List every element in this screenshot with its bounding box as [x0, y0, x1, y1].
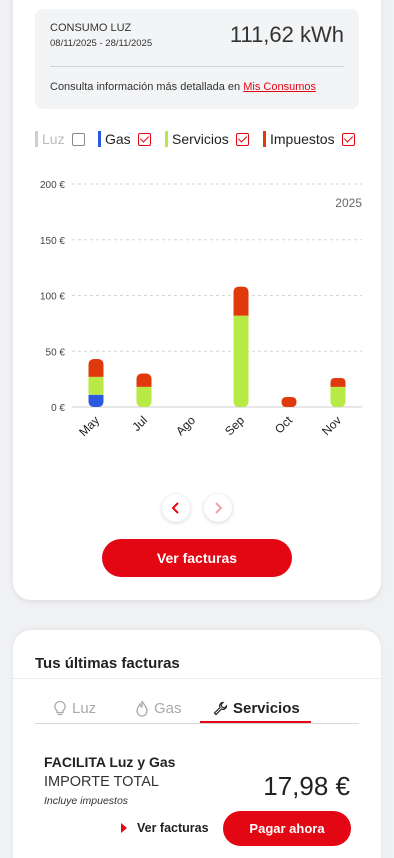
invoice-chart: 200 € 150 € 100 € 50 € 0 € 2025 May Jul Ago Sep Oc…	[40, 180, 362, 439]
bar-segment	[88, 359, 104, 377]
active-tab-indicator	[200, 721, 311, 723]
legend-item-luz[interactable]: Luz	[35, 130, 85, 148]
bar-segment	[330, 378, 346, 387]
lightbulb-icon	[54, 700, 66, 715]
mis-consumos-link[interactable]: Mis Consumos	[243, 81, 316, 93]
legend-item-gas[interactable]: Gas	[98, 130, 151, 148]
x-tick-label: Sep	[222, 413, 247, 438]
y-tick-label: 200 €	[40, 180, 65, 191]
x-tick-label: Oct	[272, 413, 296, 437]
summary-more-label: Consulta información más detallada en	[50, 81, 244, 93]
tab-luz[interactable]: Luz	[53, 698, 96, 718]
tab-servicios[interactable]: Servicios	[213, 698, 300, 718]
invoice-amount: 17,98 €	[263, 771, 350, 801]
invoice-product-name: FACILITA Luz y Gas	[44, 754, 176, 770]
bar-segment	[281, 396, 297, 407]
legend-label-luz: Luz	[42, 131, 65, 147]
legend-item-impuestos[interactable]: Impuestos	[263, 130, 355, 148]
y-tick-label: 100 €	[40, 292, 65, 303]
ver-facturas-button[interactable]: Ver facturas	[102, 539, 292, 577]
legend-swatch-gas	[98, 131, 101, 147]
tab-gas-label: Gas	[154, 699, 182, 717]
legend-swatch-impuestos	[263, 131, 266, 147]
summary-more-text: Consulta información más detallada en Mi…	[50, 81, 316, 93]
legend-checkbox-gas[interactable]	[137, 132, 151, 146]
bar-segment	[233, 315, 249, 407]
summary-label: CONSUMO LUZ	[50, 22, 132, 34]
chevron-left-icon	[171, 502, 179, 514]
invoices-title: Tus últimas facturas	[35, 655, 180, 672]
invoice-total-label: IMPORTE TOTAL	[44, 774, 159, 790]
bar-segment	[136, 386, 152, 407]
tabs-divider	[35, 723, 359, 724]
legend-item-servicios[interactable]: Servicios	[165, 130, 249, 148]
y-tick-label: 0 €	[51, 403, 65, 414]
legend-swatch-servicios	[165, 131, 168, 147]
chevron-right-icon	[215, 502, 223, 514]
invoices-divider	[13, 678, 381, 679]
x-tick-label: Ago	[173, 413, 198, 438]
legend-swatch-luz	[35, 131, 38, 147]
bar-segment	[88, 376, 104, 395]
y-tick-label: 150 €	[40, 236, 65, 247]
invoice-tax-note: Incluye impuestos	[44, 795, 129, 807]
tab-gas[interactable]: Gas	[135, 698, 182, 718]
summary-divider	[50, 66, 344, 67]
year-label: 2025	[335, 196, 362, 210]
pagar-ahora-button[interactable]: Pagar ahora	[223, 811, 351, 846]
y-tick-label: 50 €	[46, 347, 66, 358]
bar-segment	[88, 394, 104, 407]
consumption-summary: CONSUMO LUZ 08/11/2025 - 28/11/2025 111,…	[35, 9, 359, 109]
legend-label-servicios: Servicios	[172, 131, 229, 147]
bar-segment	[330, 386, 346, 407]
legend-checkbox-luz[interactable]	[71, 132, 85, 146]
flame-icon	[136, 700, 148, 717]
legend-label-gas: Gas	[105, 131, 131, 147]
bar-segment	[136, 373, 152, 387]
legend-label-impuestos: Impuestos	[270, 131, 335, 147]
wrench-icon	[213, 701, 228, 715]
summary-date-range: 08/11/2025 - 28/11/2025	[50, 38, 153, 49]
bar-segment	[233, 286, 249, 316]
tab-luz-label: Luz	[72, 699, 97, 717]
chart-next-button[interactable]	[204, 494, 232, 522]
x-tick-label: Jul	[129, 413, 150, 434]
legend-checkbox-servicios[interactable]	[235, 132, 249, 146]
invoice-ver-facturas-label: Ver facturas	[137, 821, 209, 835]
tab-servicios-label: Servicios	[233, 699, 300, 717]
x-tick-label: Nov	[319, 413, 344, 438]
triangle-right-icon	[121, 823, 127, 833]
x-tick-label: May	[76, 413, 102, 439]
legend-checkbox-impuestos[interactable]	[341, 132, 355, 146]
invoice-ver-facturas-link[interactable]: Ver facturas	[121, 821, 209, 835]
summary-value: 111,62 kWh	[229, 22, 344, 47]
chart-prev-button[interactable]	[162, 494, 190, 522]
